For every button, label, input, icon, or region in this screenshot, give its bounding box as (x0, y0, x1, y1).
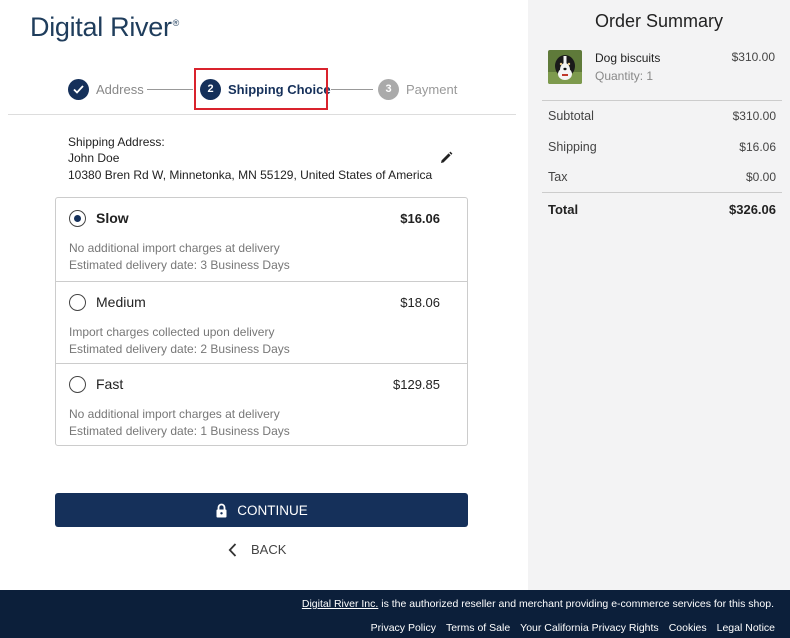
continue-label: CONTINUE (237, 502, 308, 518)
step-number-badge: 3 (378, 78, 399, 100)
reseller-notice-text: is the authorized reseller and merchant … (378, 598, 774, 610)
summary-value: $16.06 (739, 140, 776, 154)
shipping-address-heading: Shipping Address: (68, 135, 165, 149)
option-delivery-estimate: Estimated delivery date: 1 Business Days (69, 424, 290, 438)
step-payment[interactable]: 3 Payment (378, 78, 457, 100)
item-price: $310.00 (731, 50, 775, 64)
option-name: Slow (96, 210, 129, 226)
step-payment-label: Payment (406, 81, 458, 97)
footer-link-california-privacy[interactable]: Your California Privacy Rights (520, 622, 659, 634)
company-link[interactable]: Digital River Inc. (302, 598, 378, 610)
option-name: Medium (96, 294, 146, 310)
chevron-left-icon (228, 542, 237, 557)
footer-links: Privacy Policy Terms of Sale Your Califo… (371, 622, 775, 634)
header-divider (8, 114, 516, 115)
shipping-address-text: 10380 Bren Rd W, Minnetonka, MN 55129, U… (68, 168, 433, 182)
summary-row-subtotal: Subtotal $310.00 (548, 109, 776, 123)
order-summary-title: Order Summary (594, 11, 724, 31)
item-name: Dog biscuits (595, 51, 661, 65)
shipping-name: John Doe (68, 151, 120, 165)
site-footer: Digital River Inc. is the authorized res… (0, 590, 790, 638)
summary-divider (542, 100, 782, 101)
reseller-notice: Digital River Inc. is the authorized res… (302, 598, 774, 610)
option-import-note: No additional import charges at delivery (69, 407, 280, 421)
shipping-option-medium[interactable]: Medium $18.06 Import charges collected u… (56, 281, 467, 363)
option-delivery-estimate: Estimated delivery date: 3 Business Days (69, 258, 290, 272)
summary-value: $0.00 (745, 170, 776, 184)
order-summary-panel: Order Summary Dog biscuits Quantity: 1 $… (528, 0, 790, 590)
option-name: Fast (96, 376, 124, 392)
continue-button[interactable]: CONTINUE (55, 493, 468, 527)
summary-divider (542, 192, 782, 193)
step-address-label: Address (96, 81, 144, 97)
step-connector (331, 89, 373, 90)
summary-row-total: Total $326.06 (548, 202, 776, 217)
option-price: $18.06 (400, 295, 440, 310)
summary-label: Shipping (548, 140, 597, 154)
total-label: Total (548, 202, 579, 217)
footer-link-cookies[interactable]: Cookies (669, 622, 707, 634)
shipping-options-list: Slow $16.06 No additional import charges… (55, 197, 468, 446)
summary-row-shipping: Shipping $16.06 (548, 140, 776, 154)
step-address[interactable]: Address (68, 78, 144, 100)
checkout-panel: Digital River® Address 2 Shipping Choice… (0, 0, 528, 590)
footer-link-terms-of-sale[interactable]: Terms of Sale (446, 622, 510, 634)
step-connector (147, 89, 193, 90)
summary-row-tax: Tax $0.00 (548, 170, 776, 184)
option-import-note: No additional import charges at delivery (69, 241, 280, 255)
shipping-option-fast[interactable]: Fast $129.85 No additional import charge… (56, 363, 467, 445)
back-label: BACK (251, 542, 287, 557)
item-quantity: Quantity: 1 (595, 69, 654, 83)
radio-button-selected[interactable] (69, 210, 86, 227)
logo-text: Digital River (30, 12, 172, 42)
registered-mark: ® (172, 18, 180, 28)
footer-link-privacy-policy[interactable]: Privacy Policy (371, 622, 436, 634)
radio-button[interactable] (69, 376, 86, 393)
lock-icon (215, 503, 228, 518)
option-price: $129.85 (393, 377, 440, 392)
option-price: $16.06 (400, 211, 440, 226)
footer-link-legal-notice[interactable]: Legal Notice (717, 622, 775, 634)
checkmark-icon (68, 78, 89, 100)
edit-pencil-icon[interactable] (438, 150, 454, 166)
option-delivery-estimate: Estimated delivery date: 2 Business Days (69, 342, 290, 356)
product-thumbnail-dog-image (548, 50, 582, 84)
digital-river-logo[interactable]: Digital River® (30, 12, 179, 43)
summary-label: Tax (548, 170, 568, 184)
option-import-note: Import charges collected upon delivery (69, 325, 275, 339)
summary-value: $310.00 (732, 109, 776, 123)
total-value: $326.06 (729, 202, 776, 217)
shipping-option-slow[interactable]: Slow $16.06 No additional import charges… (56, 198, 467, 281)
radio-button[interactable] (69, 294, 86, 311)
back-button[interactable]: BACK (228, 542, 286, 557)
summary-label: Subtotal (548, 109, 594, 123)
active-step-highlight (194, 68, 328, 110)
